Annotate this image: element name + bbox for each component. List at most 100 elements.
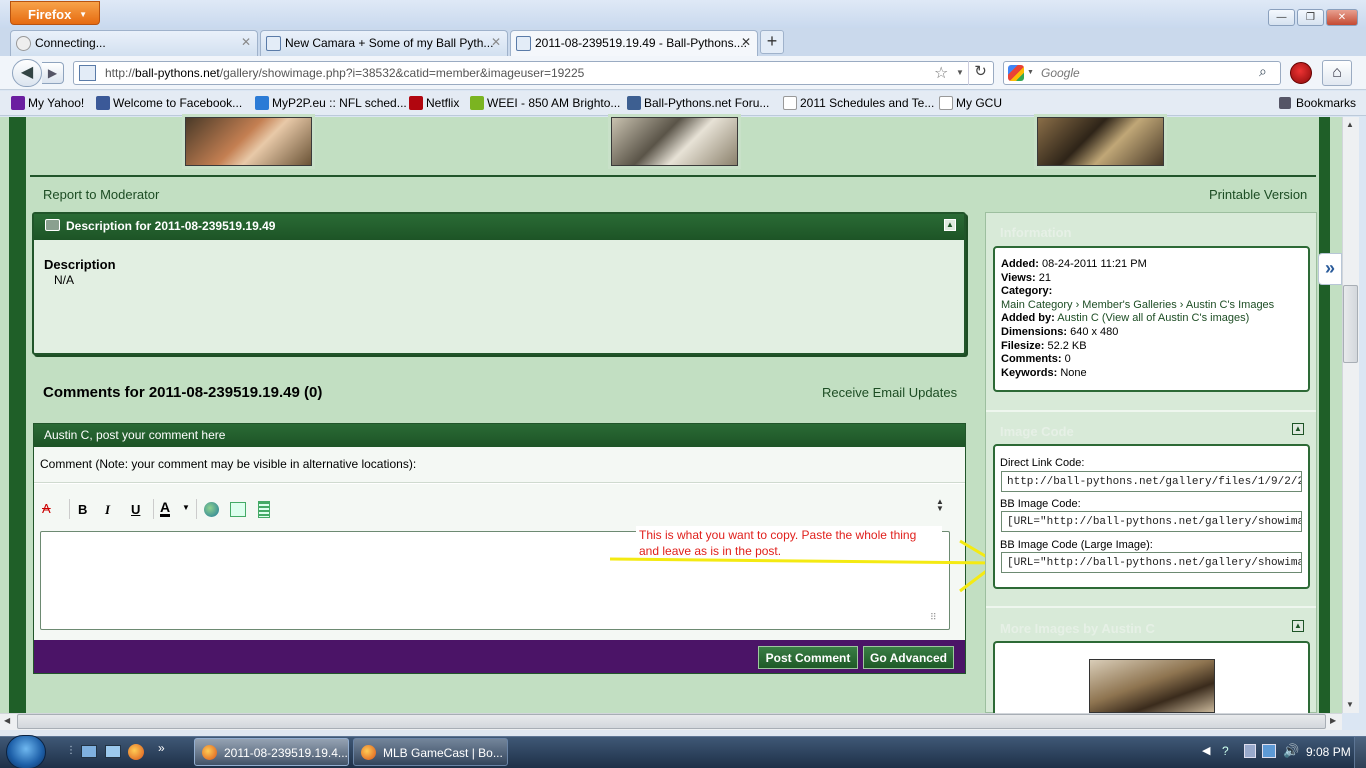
view-all-images-link[interactable]: (View all of Austin C's images) bbox=[1102, 312, 1249, 324]
close-tab-icon[interactable]: ✕ bbox=[491, 35, 501, 49]
page-right-border bbox=[1318, 117, 1342, 713]
facebook-icon bbox=[96, 96, 110, 110]
toolbar-divider bbox=[153, 499, 154, 519]
more-quicklaunch-icon[interactable]: » bbox=[158, 741, 165, 755]
maximize-button[interactable]: ❐ bbox=[1297, 9, 1324, 26]
back-button[interactable]: ◀ bbox=[12, 59, 42, 87]
bookmark-facebook[interactable]: Welcome to Facebook... bbox=[96, 96, 242, 110]
direct-link-code-field[interactable]: http://ball-pythons.net/gallery/files/1/… bbox=[1001, 471, 1302, 492]
url-text[interactable]: http://ball-pythons.net/gallery/showimag… bbox=[105, 66, 584, 80]
post-comment-button[interactable]: Post Comment bbox=[758, 646, 858, 669]
bookmark-star-icon[interactable]: ☆ bbox=[934, 63, 948, 83]
tab-active-image[interactable]: 2011-08-239519.19.49 - Ball-Pythons.... … bbox=[510, 30, 758, 56]
taskbar-item-mlb-gamecast[interactable]: MLB GameCast | Bo... bbox=[353, 738, 508, 766]
tab-label: 2011-08-239519.19.49 - Ball-Pythons.... bbox=[535, 36, 747, 50]
scroll-left-icon[interactable]: ◀ bbox=[4, 716, 10, 725]
receive-email-updates-link[interactable]: Receive Email Updates bbox=[822, 385, 957, 400]
more-images-thumbnail[interactable] bbox=[1089, 659, 1215, 713]
scroll-up-icon[interactable]: ▲ bbox=[1346, 120, 1354, 129]
bookmark-my-yahoo[interactable]: My Yahoo! bbox=[11, 96, 84, 110]
firefox-menu-label: Firefox bbox=[28, 7, 72, 22]
bookmark-weei[interactable]: WEEI - 850 AM Brighto... bbox=[470, 96, 620, 110]
tab-connecting[interactable]: Connecting... ✕ bbox=[10, 30, 258, 56]
history-dropdown-icon[interactable]: ▼ bbox=[956, 68, 964, 77]
keywords-label: Keywords: bbox=[1001, 366, 1058, 379]
site-identity-icon[interactable] bbox=[79, 65, 96, 81]
insert-link-icon[interactable] bbox=[204, 502, 219, 517]
insert-image-icon[interactable] bbox=[230, 502, 246, 517]
uploader-link[interactable]: Austin C bbox=[1057, 312, 1099, 324]
collapse-icon[interactable]: ▲ bbox=[944, 219, 956, 231]
toolbar-divider bbox=[69, 499, 70, 519]
horizontal-scroll-thumb[interactable] bbox=[17, 714, 1326, 729]
tray-expand-icon[interactable]: ◀ bbox=[1202, 744, 1210, 757]
comments-count-value: 0 bbox=[1064, 353, 1071, 366]
textarea-resize-grip-icon[interactable]: ⠿ bbox=[930, 612, 937, 623]
bookmark-netflix[interactable]: Netflix bbox=[409, 96, 459, 110]
bookmark-ball-pythons-forum[interactable]: Ball-Pythons.net Foru... bbox=[627, 96, 769, 110]
sidebar-expand-icon[interactable]: » bbox=[1318, 253, 1342, 285]
added-value: 08-24-2011 11:21 PM bbox=[1041, 258, 1147, 270]
reload-icon[interactable]: ↻ bbox=[968, 61, 992, 85]
scroll-down-icon[interactable]: ▼ bbox=[1346, 700, 1354, 709]
vertical-scroll-thumb[interactable] bbox=[1343, 285, 1358, 363]
google-engine-icon[interactable] bbox=[1008, 65, 1024, 81]
bookmark-my-gcu[interactable]: My GCU bbox=[939, 96, 1002, 110]
firefox-menu-button[interactable]: Firefox ▼ bbox=[10, 1, 100, 25]
italic-icon[interactable]: I bbox=[105, 502, 110, 518]
go-advanced-button[interactable]: Go Advanced bbox=[863, 646, 954, 669]
device-tray-icon[interactable] bbox=[1244, 744, 1256, 758]
thumbnail-prev-image[interactable] bbox=[185, 117, 312, 166]
category-breadcrumb[interactable]: Main Category › Member's Galleries › Aus… bbox=[1001, 299, 1306, 313]
report-to-moderator-link[interactable]: Report to Moderator bbox=[43, 187, 159, 202]
close-tab-icon[interactable]: ✕ bbox=[741, 35, 751, 49]
new-tab-button[interactable]: + bbox=[760, 30, 784, 54]
font-color-icon[interactable]: A bbox=[160, 500, 171, 517]
engine-dropdown-icon[interactable]: ▼ bbox=[1027, 69, 1034, 76]
bb-image-code-field[interactable]: [URL="http://ball-pythons.net/gallery/sh… bbox=[1001, 511, 1302, 532]
firefox-quicklaunch-icon[interactable] bbox=[128, 744, 144, 760]
scroll-right-icon[interactable]: ▶ bbox=[1330, 716, 1336, 725]
remove-format-icon[interactable]: A bbox=[42, 501, 51, 516]
show-desktop-button[interactable] bbox=[1354, 737, 1366, 768]
bookmark-label: Ball-Pythons.net Foru... bbox=[644, 96, 770, 110]
description-panel-title: Description for 2011-08-239519.19.49 bbox=[66, 219, 276, 233]
taskbar-item-firefox-image[interactable]: 2011-08-239519.19.4... bbox=[194, 738, 349, 766]
home-icon[interactable]: ⌂ bbox=[1322, 60, 1352, 86]
insert-video-icon[interactable] bbox=[258, 501, 270, 518]
thumbnail-next-image[interactable] bbox=[1037, 117, 1164, 166]
tab-label: New Camara + Some of my Ball Pyth... bbox=[285, 36, 494, 50]
help-tray-icon[interactable]: ? bbox=[1222, 744, 1229, 758]
vertical-scrollbar[interactable] bbox=[1342, 117, 1359, 713]
search-magnifier-icon[interactable]: ⌕ bbox=[1259, 63, 1267, 80]
bookmark-label: Welcome to Facebook... bbox=[113, 96, 243, 110]
addon-icon[interactable] bbox=[1290, 62, 1312, 84]
category-label: Category: bbox=[1001, 285, 1053, 298]
page-icon bbox=[783, 96, 797, 110]
bookmark-myp2p[interactable]: MyP2P.eu :: NFL sched... bbox=[255, 96, 407, 110]
thumbnail-current-image[interactable] bbox=[611, 117, 738, 166]
close-tab-icon[interactable]: ✕ bbox=[241, 35, 251, 49]
printable-version-link[interactable]: Printable Version bbox=[1209, 187, 1307, 202]
bookmarks-menu-button[interactable]: Bookmarks bbox=[1279, 96, 1356, 110]
start-button[interactable] bbox=[6, 735, 46, 768]
windows-explorer-icon[interactable] bbox=[105, 745, 121, 758]
bold-icon[interactable]: B bbox=[78, 502, 87, 517]
collapse-icon[interactable]: ▲ bbox=[1292, 620, 1304, 632]
bookmark-label: MyP2P.eu :: NFL sched... bbox=[272, 96, 407, 110]
close-window-button[interactable]: ✕ bbox=[1326, 9, 1358, 26]
underline-icon[interactable]: U bbox=[131, 502, 140, 517]
collapse-icon[interactable]: ▲ bbox=[1292, 423, 1304, 435]
tab-new-camara[interactable]: New Camara + Some of my Ball Pyth... ✕ bbox=[260, 30, 508, 56]
minimize-button[interactable]: — bbox=[1268, 9, 1295, 26]
bookmark-2011-schedules[interactable]: 2011 Schedules and Te... bbox=[783, 96, 934, 110]
forward-button[interactable]: ▶ bbox=[42, 62, 64, 84]
system-clock[interactable]: 9:08 PM bbox=[1306, 745, 1351, 759]
font-color-dropdown-icon[interactable]: ▼ bbox=[182, 503, 190, 512]
volume-tray-icon[interactable]: 🔊 bbox=[1283, 743, 1299, 759]
bb-large-image-code-field[interactable]: [URL="http://ball-pythons.net/gallery/sh… bbox=[1001, 552, 1302, 573]
show-desktop-icon[interactable] bbox=[81, 745, 97, 758]
filesize-label: Filesize: bbox=[1001, 339, 1045, 352]
network-tray-icon[interactable] bbox=[1262, 744, 1276, 758]
resize-editor-icon[interactable]: ▲ ▼ bbox=[936, 498, 944, 513]
